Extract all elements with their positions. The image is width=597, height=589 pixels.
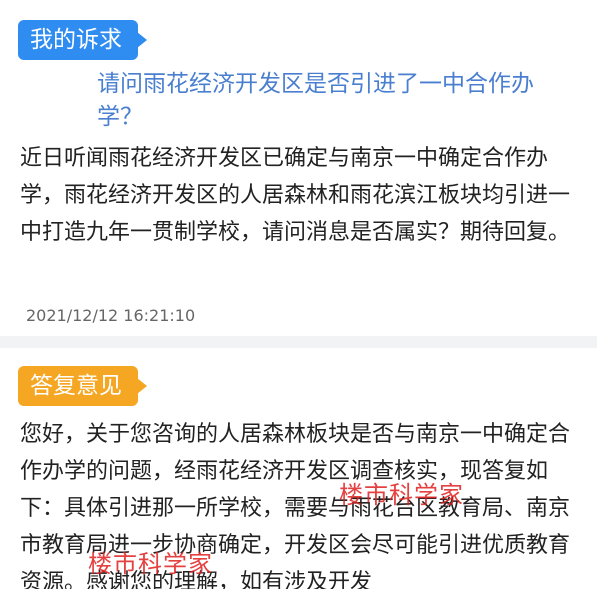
watermark: 楼市科学家 xyxy=(339,481,464,509)
petition-tag: 我的诉求 xyxy=(18,20,147,60)
petition-body: 近日听闻雨花经济开发区已确定与南京一中确定合作办学，雨花经济开发区的人居森林和雨… xyxy=(20,146,571,245)
petition-timestamp: 2021/12/12 16:21:10 xyxy=(26,306,196,325)
petition-card: 我的诉求 请问雨花经济开发区是否引进了一中合作办学？ 近日听闻雨花经济开发区已确… xyxy=(0,0,597,336)
reply-tag: 答复意见 xyxy=(18,366,147,406)
watermark: 楼市科学家 xyxy=(88,550,213,578)
petition-question: 请问雨花经济开发区是否引进了一中合作办学？ xyxy=(97,71,534,130)
